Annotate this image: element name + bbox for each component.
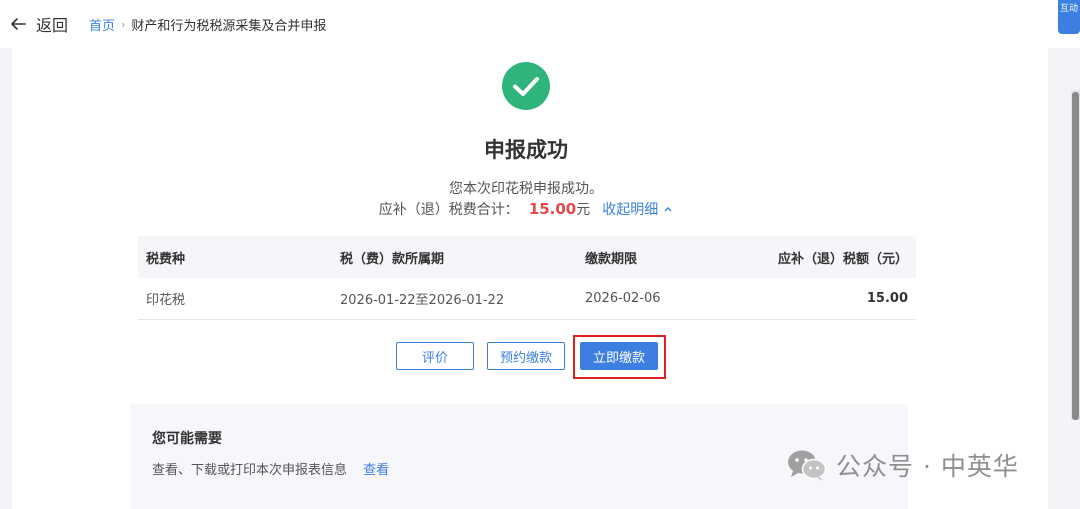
back-label: 返回: [36, 16, 69, 35]
chevron-up-icon: [664, 207, 672, 212]
panel-text: 查看、下载或打印本次申报表信息: [152, 463, 348, 478]
watermark: 公众号 · 中英华: [786, 448, 1019, 482]
breadcrumb-home-link[interactable]: 首页: [89, 15, 115, 34]
table-header-row: 税费种 税（费）款所属期 缴款期限 应补（退）税额（元）: [138, 236, 916, 278]
result-description: 您本次印花税申报成功。: [449, 181, 603, 197]
total-unit: 元: [576, 202, 591, 218]
total-line: 应补（退）税费合计： 15.00 元 收起明细: [0, 199, 1052, 219]
panel-title: 您可能需要: [152, 431, 222, 447]
table-cell: 印花税: [146, 293, 186, 308]
total-label: 应补（退）税费合计：: [378, 202, 519, 218]
interaction-side-tab[interactable]: 互动: [1058, 0, 1080, 34]
pay-now-highlight-box: [573, 335, 666, 379]
total-value: 15.00: [528, 200, 577, 218]
back-button[interactable]: 返回: [8, 12, 68, 36]
view-link[interactable]: 查看: [363, 463, 389, 478]
breadcrumb-separator-icon: ›: [121, 18, 126, 31]
schedule-payment-button[interactable]: 预约缴款: [487, 342, 565, 370]
left-gutter: [0, 48, 12, 509]
scrollbar-thumb[interactable]: [1072, 92, 1079, 420]
table-cell: 2026-02-06: [585, 291, 661, 306]
table-header-cell: 缴款期限: [585, 251, 638, 267]
table-cell: 15.00: [866, 291, 908, 306]
arrow-left-icon: [11, 18, 26, 30]
evaluate-button[interactable]: 评价: [396, 342, 474, 370]
breadcrumb: 首页 › 财产和行为税税源采集及合并申报: [89, 15, 326, 34]
top-bar: 返回 首页 › 财产和行为税税源采集及合并申报: [0, 0, 1080, 48]
wechat-logo-icon: [788, 450, 827, 481]
breadcrumb-current: 财产和行为税税源采集及合并申报: [131, 19, 327, 34]
table-header-cell: 税（费）款所属期: [340, 251, 445, 267]
table-cell: 2026-01-22至2026-01-22: [340, 293, 505, 308]
watermark-text: 公众号 · 中英华: [836, 452, 1019, 481]
table-row: 印花税 2026-01-22至2026-01-22 2026-02-06 15.…: [138, 278, 916, 320]
panel-text-row: 查看、下载或打印本次申报表信息 查看: [152, 459, 389, 478]
collapse-details-link[interactable]: 收起明细: [602, 199, 673, 219]
check-circle-icon: [502, 62, 550, 110]
result-title: 申报成功: [484, 138, 568, 162]
table-header-cell: 税费种: [146, 251, 186, 267]
table-header-cell: 应补（退）税额（元）: [777, 251, 908, 267]
collapse-details-label: 收起明细: [602, 202, 659, 218]
tax-detail-table: 税费种 税（费）款所属期 缴款期限 应补（退）税额（元） 印花税 2026-01…: [138, 236, 916, 320]
